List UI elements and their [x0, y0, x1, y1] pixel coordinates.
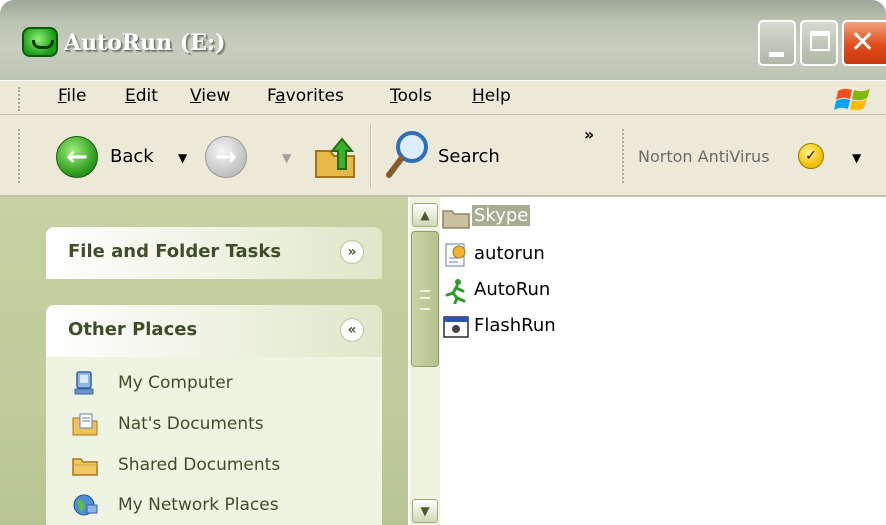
other-places-title: Other Places	[68, 319, 198, 340]
other-places-list: My Computer Nat's Documents Shared Docum…	[46, 357, 382, 525]
norton-logo-icon: ✓	[798, 143, 824, 169]
scroll-down-button[interactable]: ▼	[412, 499, 438, 523]
menu-help[interactable]: Help	[472, 86, 511, 106]
file-item-autorun-inf[interactable]: autorun	[442, 239, 742, 271]
toolbar-grip[interactable]	[18, 129, 26, 183]
menu-bar-grip[interactable]	[18, 87, 26, 111]
scroll-up-button[interactable]: ▲	[412, 203, 438, 227]
setup-info-icon	[445, 243, 466, 267]
back-label: Back	[110, 146, 154, 167]
maximize-button[interactable]	[800, 20, 838, 66]
toolbar-overflow-chevron[interactable]: »	[584, 125, 594, 144]
forward-arrow-icon: →	[205, 136, 247, 178]
search-icon	[386, 131, 428, 178]
file-item-autorun-exe[interactable]: AutoRun	[442, 275, 742, 307]
close-button[interactable]: ✕	[842, 20, 886, 66]
folder-icon	[442, 210, 470, 229]
file-folder-tasks-header[interactable]: File and Folder Tasks »	[46, 227, 382, 279]
menu-tools[interactable]: Tools	[390, 86, 432, 106]
menu-view[interactable]: View	[190, 86, 230, 106]
place-my-network-places[interactable]: My Network Places	[72, 491, 372, 521]
file-list: Skype autorun AutoRun FlashRun	[440, 197, 886, 525]
place-shared-documents[interactable]: Shared Documents	[72, 451, 372, 481]
application-window-icon	[443, 316, 469, 338]
toolbar-separator	[370, 125, 372, 187]
windows-logo-icon	[834, 88, 870, 111]
task-pane: File and Folder Tasks » Other Places « M…	[0, 197, 408, 525]
file-item-flashrun[interactable]: FlashRun	[442, 311, 742, 343]
menu-edit[interactable]: Edit	[125, 86, 158, 106]
search-button[interactable]: Search	[382, 123, 522, 189]
place-nats-documents[interactable]: Nat's Documents	[72, 410, 372, 440]
forward-button[interactable]: → ▼	[200, 123, 300, 189]
file-folder-tasks-title: File and Folder Tasks	[68, 241, 282, 262]
menu-favorites[interactable]: Favorites	[267, 86, 344, 106]
computer-icon	[74, 371, 94, 395]
back-dropdown-arrow-icon[interactable]: ▼	[178, 151, 187, 165]
running-man-icon	[445, 279, 466, 304]
norton-dropdown-arrow-icon[interactable]: ▼	[852, 151, 861, 165]
scroll-thumb[interactable]	[411, 231, 439, 367]
back-arrow-icon: ←	[56, 136, 98, 178]
maximize-icon	[810, 31, 830, 51]
other-places-header[interactable]: Other Places «	[46, 305, 382, 357]
forward-dropdown-arrow-icon[interactable]: ▼	[282, 151, 291, 165]
documents-icon	[72, 413, 98, 436]
window-title: AutoRun (E:)	[64, 30, 226, 56]
folder-icon	[72, 458, 98, 476]
close-icon: ✕	[850, 25, 876, 60]
back-button[interactable]: ← Back ▼	[50, 123, 200, 189]
expand-chevron-icon[interactable]: »	[340, 240, 364, 264]
menu-file[interactable]: File	[58, 86, 86, 106]
folder-up-icon[interactable]	[312, 137, 362, 181]
norton-toolbar-grip[interactable]	[622, 129, 630, 183]
file-item-skype[interactable]: Skype	[442, 201, 742, 233]
scroll-thumb-grip	[420, 290, 430, 310]
autorun-drive-icon	[22, 27, 58, 57]
standard-toolbar: ← Back ▼ → ▼ Search » Norton AntiVirus ✓…	[0, 115, 886, 197]
collapse-chevron-icon[interactable]: «	[340, 318, 364, 342]
menu-bar: File Edit View Favorites Tools Help	[0, 80, 886, 115]
norton-antivirus-button[interactable]: Norton AntiVirus ✓ ▼	[636, 123, 876, 189]
title-bar[interactable]: AutoRun (E:) ✕	[0, 0, 886, 80]
minimize-button[interactable]	[758, 20, 796, 66]
minimize-icon	[769, 52, 784, 57]
norton-label: Norton AntiVirus	[638, 147, 770, 166]
network-icon	[73, 494, 98, 516]
search-label: Search	[438, 146, 500, 167]
vertical-scrollbar[interactable]: ▲ ▼	[410, 197, 440, 525]
place-my-computer[interactable]: My Computer	[72, 369, 372, 399]
